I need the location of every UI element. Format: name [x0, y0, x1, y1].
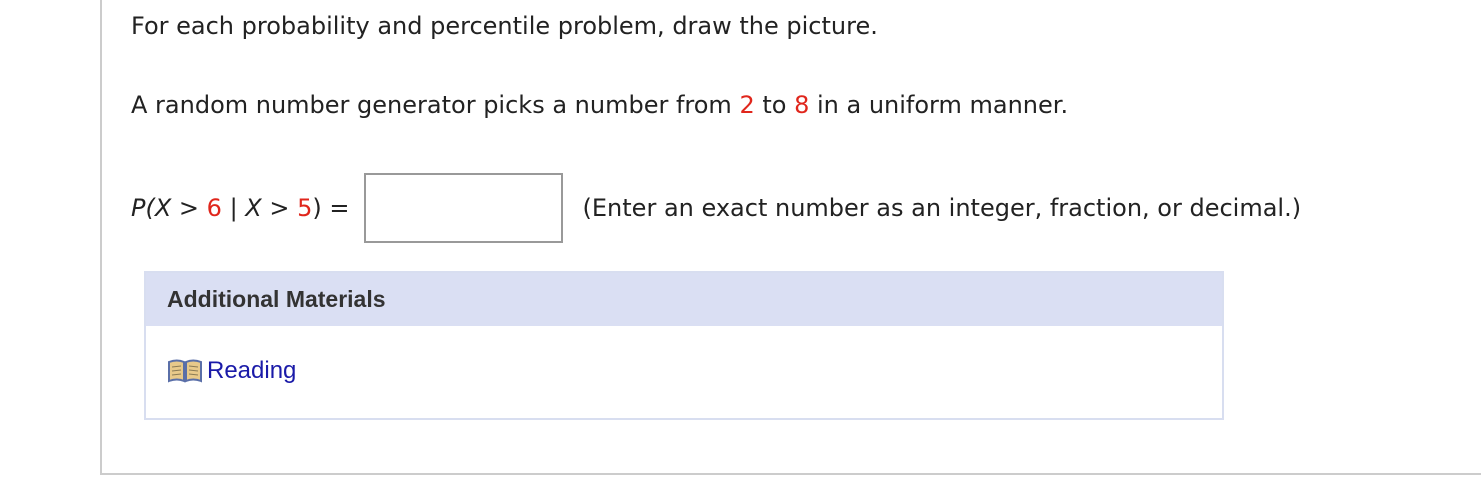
probability-equation-row: P(X > 6 | X > 5) = (Enter an exact numbe… — [131, 173, 1301, 243]
probability-expression: P(X > 6 | X > 5) = — [131, 194, 350, 222]
greater-than-given: > — [261, 194, 298, 222]
range-low-value: 2 — [739, 91, 755, 119]
book-icon — [167, 358, 203, 384]
condition-value-1: 6 — [206, 194, 222, 222]
problem-text-after: in a uniform manner. — [809, 91, 1069, 119]
reading-link[interactable]: Reading — [167, 357, 296, 385]
range-high-value: 8 — [794, 91, 810, 119]
equals-sign: = — [321, 194, 350, 222]
problem-statement: A random number generator picks a number… — [131, 90, 1068, 120]
greater-than: > — [171, 194, 207, 222]
problem-text-before: A random number generator picks a number… — [131, 91, 740, 119]
variable-x-given: X — [245, 194, 262, 222]
p-open: P( — [131, 194, 155, 222]
problem-text-mid: to — [754, 91, 795, 119]
variable-x: X — [154, 194, 172, 222]
instructions-text: For each probability and percentile prob… — [131, 12, 878, 40]
reading-link-label: Reading — [207, 357, 297, 384]
answer-input[interactable] — [363, 173, 563, 243]
given-bar: | — [221, 194, 246, 222]
condition-value-2: 5 — [297, 194, 313, 222]
answer-format-hint: (Enter an exact number as an integer, fr… — [582, 194, 1302, 222]
additional-materials-header: Additional Materials — [146, 273, 1222, 326]
p-close: ) — [312, 194, 322, 222]
additional-materials-box: Additional Materials Reading — [144, 271, 1224, 420]
